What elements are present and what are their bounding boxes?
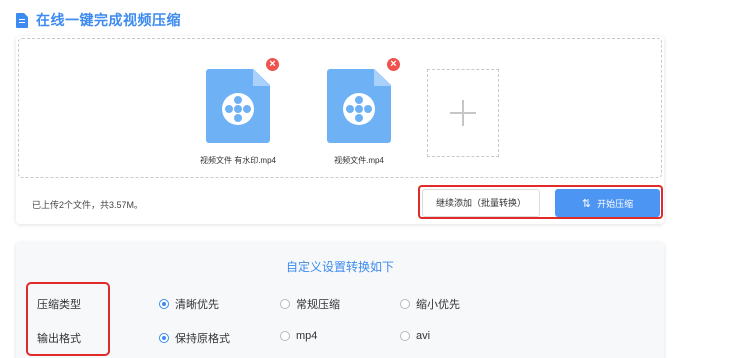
- option-size-first[interactable]: 缩小优先: [400, 296, 460, 312]
- plus-icon: [450, 100, 476, 126]
- option-normal[interactable]: 常规压缩: [280, 296, 340, 312]
- file-name: 视频文件.mp4: [334, 156, 384, 165]
- video-file-icon: [327, 69, 391, 143]
- upload-card: × 视频文件 有水印.mp4 × 视频文件.mp4 已上传2个文件，共3.57M…: [16, 36, 664, 224]
- add-file-button[interactable]: [427, 69, 499, 157]
- document-icon: [16, 12, 28, 28]
- remove-file-icon[interactable]: ×: [387, 58, 400, 71]
- highlight-box: [418, 185, 663, 219]
- file-item: × 视频文件.mp4: [307, 58, 417, 179]
- option-keep-format[interactable]: 保持原格式: [159, 330, 230, 346]
- film-reel-icon: [343, 93, 375, 125]
- radio-icon: [280, 299, 290, 309]
- page-title: 在线一键完成视频压缩: [36, 12, 181, 28]
- option-mp4[interactable]: mp4: [280, 330, 317, 342]
- file-name: 视频文件 有水印.mp4: [199, 156, 276, 165]
- radio-icon: [400, 331, 410, 341]
- settings-card: 自定义设置转换如下 压缩类型 清晰优先 常规压缩 缩小优先 输出格式 保持原格式…: [16, 242, 664, 358]
- upload-footer: 已上传2个文件，共3.57M。 继续添加（批量转换） ⇅ 开始压缩: [16, 182, 664, 222]
- upload-summary: 已上传2个文件，共3.57M。: [32, 200, 144, 210]
- radio-checked-icon: [159, 333, 169, 343]
- drop-zone[interactable]: × 视频文件 有水印.mp4 × 视频文件.mp4: [18, 38, 662, 178]
- video-file-icon: [206, 69, 270, 143]
- remove-file-icon[interactable]: ×: [266, 58, 279, 71]
- film-reel-icon: [222, 93, 254, 125]
- option-clarity-first[interactable]: 清晰优先: [159, 296, 219, 312]
- highlight-box: [26, 282, 110, 356]
- radio-checked-icon: [159, 299, 169, 309]
- radio-icon: [400, 299, 410, 309]
- settings-title: 自定义设置转换如下: [285, 260, 394, 274]
- option-avi[interactable]: avi: [400, 330, 430, 342]
- radio-icon: [280, 331, 290, 341]
- file-item: × 视频文件 有水印.mp4: [186, 58, 296, 179]
- page-header: 在线一键完成视频压缩: [16, 10, 181, 30]
